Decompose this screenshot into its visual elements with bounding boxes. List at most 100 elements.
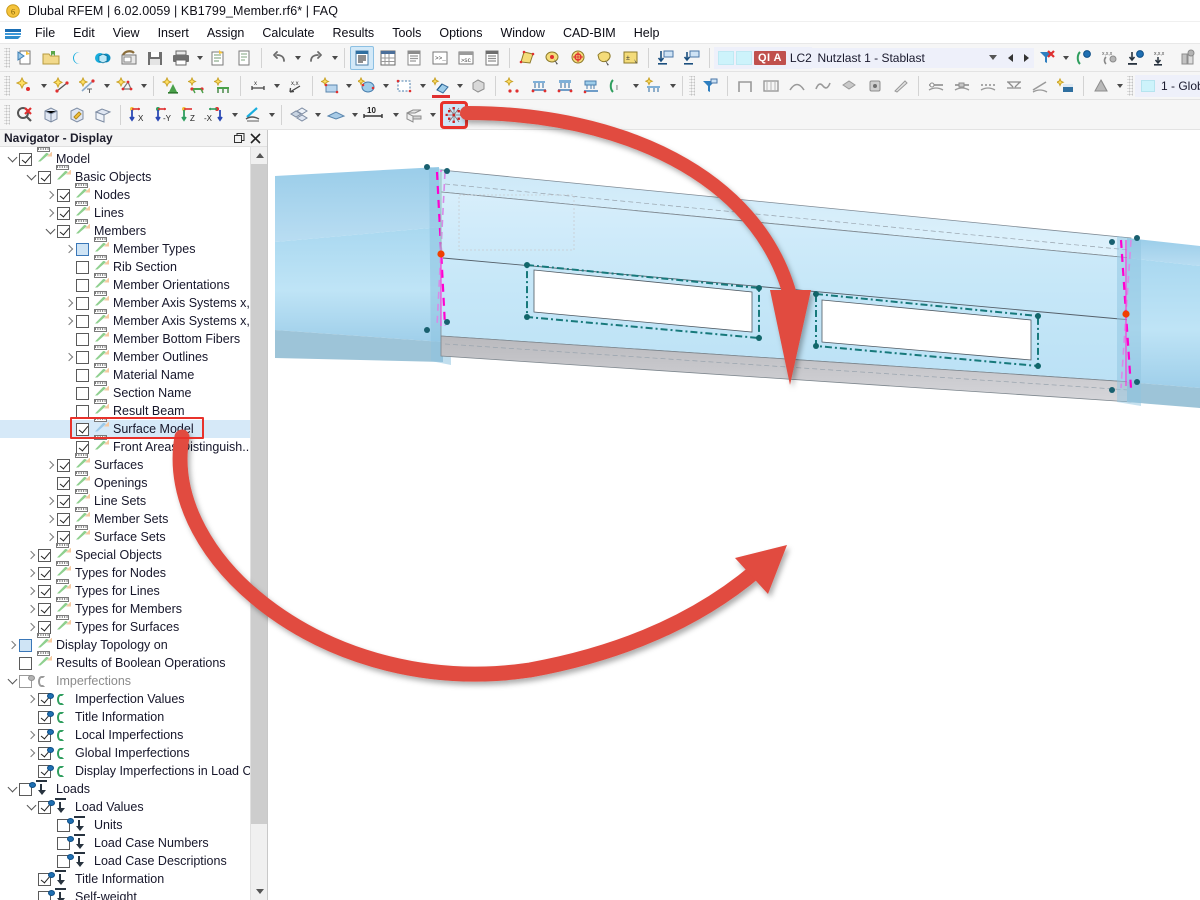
checkbox-surfaces[interactable] [57, 459, 70, 472]
menu-help[interactable]: Help [625, 24, 669, 42]
tree-item-surfaces[interactable]: Surfaces [0, 456, 250, 474]
render-solid-icon[interactable] [1176, 46, 1200, 70]
view-y-icon[interactable]: -Y [152, 103, 176, 127]
menu-window[interactable]: Window [491, 24, 553, 42]
checkbox-model[interactable] [19, 153, 32, 166]
tree-item-types-for-lines[interactable]: Types for Lines [0, 582, 250, 600]
tree-item-imperfection-values[interactable]: Imperfection Values [0, 690, 250, 708]
tree-item-member-sets[interactable]: Member Sets [0, 510, 250, 528]
new-member-load-icon[interactable] [501, 74, 525, 98]
new-line-load-icon[interactable] [527, 74, 551, 98]
tree-item-self-weight[interactable]: Self-weight [0, 888, 250, 900]
checkbox-result-beam[interactable] [76, 405, 89, 418]
menu-view[interactable]: View [104, 24, 149, 42]
new-surface-dropdown-arrow[interactable] [343, 74, 354, 98]
tree-item-line-sets[interactable]: Line Sets [0, 492, 250, 510]
document-icon[interactable] [232, 46, 256, 70]
chevron-down-icon[interactable] [6, 150, 19, 168]
chevron-right-icon[interactable] [25, 582, 38, 600]
new-imperfection-icon[interactable]: I [605, 74, 629, 98]
menu-edit[interactable]: Edit [64, 24, 104, 42]
menu-insert[interactable]: Insert [149, 24, 198, 42]
toolbar-grip[interactable] [4, 48, 10, 68]
coordinate-system-chip[interactable]: 1 - Global [1135, 75, 1200, 97]
checkbox-line-sets[interactable] [57, 495, 70, 508]
save-icon[interactable] [143, 46, 167, 70]
filter-clear-icon[interactable] [1035, 46, 1059, 70]
section-dropdown-arrow[interactable] [427, 103, 438, 127]
display-tree[interactable]: ModelBasic ObjectsNodesLinesMembersMembe… [0, 147, 250, 900]
new-member-icon[interactable] [429, 74, 453, 98]
select-all-icon[interactable] [567, 46, 591, 70]
view-axis-dropdown-arrow[interactable] [229, 103, 240, 127]
new-dimension-x-icon[interactable]: x [246, 74, 270, 98]
new-line-dimension-icon[interactable] [76, 74, 100, 98]
new-opening-dropdown-arrow[interactable] [417, 74, 428, 98]
fe-mesh-display-icon[interactable] [442, 103, 466, 127]
tree-item-nodes[interactable]: Nodes [0, 186, 250, 204]
tree-item-member-bottom-fibers[interactable]: Member Bottom Fibers [0, 330, 250, 348]
tree-item-openings[interactable]: Openings [0, 474, 250, 492]
menu-tools[interactable]: Tools [383, 24, 430, 42]
arch-wizard-icon[interactable] [785, 74, 809, 98]
checkbox-material-name[interactable] [76, 369, 89, 382]
new-support-icon[interactable] [159, 74, 183, 98]
filter-objects-icon[interactable] [698, 74, 722, 98]
new-member-set-dropdown-arrow[interactable] [667, 74, 678, 98]
menu-results[interactable]: Results [324, 24, 384, 42]
chevron-right-icon[interactable] [44, 456, 57, 474]
data-panel-icon[interactable] [402, 46, 426, 70]
new-surface-load-icon[interactable] [553, 74, 577, 98]
tree-item-basic-objects[interactable]: Basic Objects [0, 168, 250, 186]
tree-item-member-types[interactable]: Member Types [0, 240, 250, 258]
checkbox-display-topology-on[interactable] [19, 639, 32, 652]
hinge-both-icon[interactable] [950, 74, 974, 98]
checkbox-section-name[interactable] [76, 387, 89, 400]
chevron-down-icon[interactable] [6, 780, 19, 798]
tree-item-section-name[interactable]: Section Name [0, 384, 250, 402]
new-solid-dropdown-arrow[interactable] [380, 74, 391, 98]
tree-item-global-imperfections[interactable]: Global Imperfections [0, 744, 250, 762]
scrollbar-thumb[interactable] [251, 164, 267, 824]
plane-view-icon[interactable] [324, 103, 348, 127]
new-polyline-dropdown-arrow[interactable] [138, 74, 149, 98]
chevron-down-icon[interactable] [6, 672, 19, 690]
imperfection-view-icon[interactable] [1072, 46, 1096, 70]
toolbar-grip[interactable] [1127, 76, 1133, 96]
new-nodal-support-icon[interactable] [185, 74, 209, 98]
view-perspective-icon[interactable] [91, 103, 115, 127]
load-export-icon[interactable] [680, 46, 704, 70]
new-design-icon[interactable] [1054, 74, 1078, 98]
previous-load-case-icon[interactable] [1002, 48, 1018, 68]
render-mode-icon[interactable] [287, 103, 311, 127]
toolbar-grip[interactable] [4, 76, 10, 96]
new-surface-icon[interactable] [318, 74, 342, 98]
chevron-right-icon[interactable] [25, 600, 38, 618]
checkbox-openings[interactable] [57, 477, 70, 490]
values-show-icon[interactable]: x,x,x [1150, 46, 1174, 70]
loads-show-icon[interactable] [1124, 46, 1148, 70]
view-neg-x-icon[interactable]: -X [204, 103, 228, 127]
checkbox-member-types[interactable] [76, 243, 89, 256]
hinge-dashed-icon[interactable] [976, 74, 1000, 98]
values-hidden-icon[interactable]: x,x,x [1098, 46, 1122, 70]
close-icon[interactable] [247, 131, 263, 146]
view-x-icon[interactable]: X [126, 103, 150, 127]
select-toggle-icon[interactable]: ± [619, 46, 643, 70]
checkbox-results-of-boolean-operations[interactable] [19, 657, 32, 670]
hinge-truss-icon[interactable] [1002, 74, 1026, 98]
menu-cad-bim[interactable]: CAD-BIM [554, 24, 625, 42]
new-dimension-dropdown-arrow[interactable] [271, 74, 282, 98]
print-icon[interactable] [169, 46, 193, 70]
new-line-icon[interactable] [50, 74, 74, 98]
chevron-right-icon[interactable] [25, 546, 38, 564]
tree-item-title-information[interactable]: Title Information [0, 870, 250, 888]
tree-item-lines[interactable]: Lines [0, 204, 250, 222]
chevron-right-icon[interactable] [44, 204, 57, 222]
chevron-right-icon[interactable] [25, 564, 38, 582]
project-archive-icon[interactable] [117, 46, 141, 70]
checkbox-types-for-nodes[interactable] [38, 567, 51, 580]
print-dropdown-arrow[interactable] [194, 46, 205, 70]
tree-item-surface-model[interactable]: Surface Model [0, 420, 250, 438]
chevron-right-icon[interactable] [63, 240, 76, 258]
